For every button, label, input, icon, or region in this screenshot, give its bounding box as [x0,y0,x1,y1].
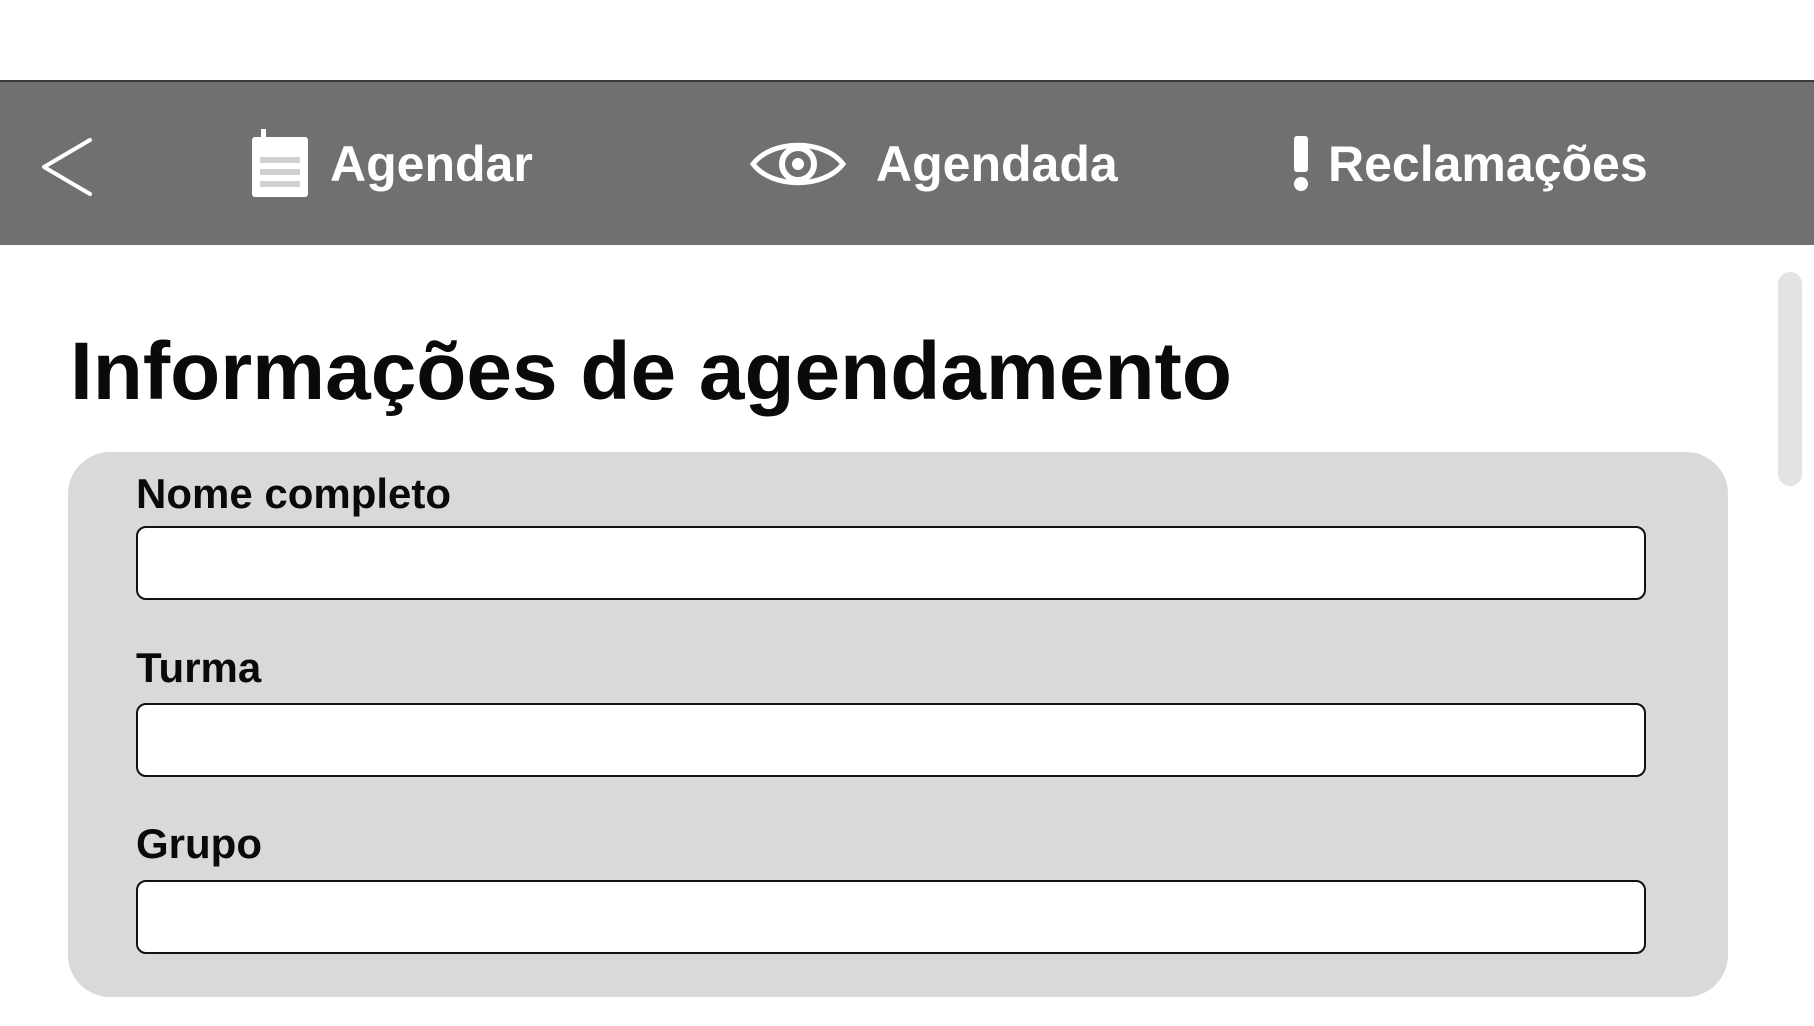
tab-agendar-label: Agendar [330,135,533,192]
scheduling-form: Nome completo Turma Grupo [68,452,1728,997]
exclamation-icon [1290,135,1312,192]
tab-reclamacoes[interactable]: Reclamações [1290,82,1648,245]
group-input[interactable] [136,880,1646,954]
tab-agendada[interactable]: Agendada [750,82,1118,245]
scrollbar-thumb[interactable] [1778,272,1802,486]
back-button[interactable] [38,136,100,198]
class-input[interactable] [136,703,1646,777]
full-name-input[interactable] [136,526,1646,600]
top-navbar: Agendar Agendada Reclamações [0,80,1814,245]
chevron-left-icon [42,138,92,196]
full-name-label: Nome completo [136,470,452,517]
class-label: Turma [136,644,262,691]
tab-agendar[interactable]: Agendar [250,82,533,245]
calendar-icon [250,128,310,199]
page-title: Informações de agendamento [70,326,1232,417]
group-label: Grupo [136,820,262,867]
eye-icon [750,134,846,194]
page: Agendar Agendada Reclamações Informações… [0,0,1814,1026]
tab-reclamacoes-label: Reclamações [1328,135,1648,192]
tab-agendada-label: Agendada [876,135,1118,192]
